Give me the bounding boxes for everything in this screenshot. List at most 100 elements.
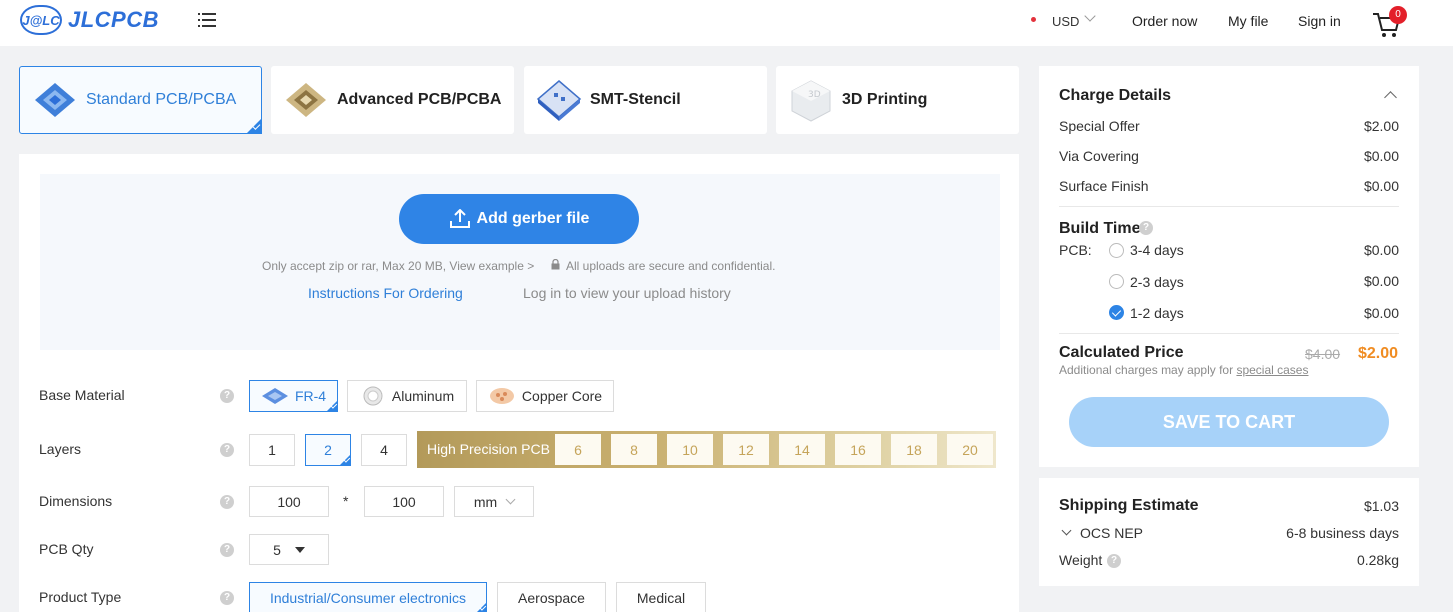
product-type-medical[interactable]: Medical (616, 582, 706, 612)
high-precision-label: High Precision PCB (427, 441, 550, 457)
shipping-price: $1.03 (1363, 498, 1399, 514)
layer-option-6[interactable]: 6 (555, 434, 601, 465)
order-now-link[interactable]: Order now (1132, 13, 1197, 29)
layer-option-18[interactable]: 18 (891, 434, 937, 465)
help-icon[interactable]: ? (220, 591, 234, 605)
build-option-label[interactable]: 3-4 days (1130, 242, 1184, 258)
radio-1-2-days[interactable] (1109, 305, 1124, 320)
option-fr4[interactable]: FR-4 (249, 380, 338, 412)
tab-label: 3D Printing (842, 91, 928, 108)
dimension-times-sign: * (343, 493, 349, 509)
layer-option-8[interactable]: 8 (611, 434, 657, 465)
build-option-label[interactable]: 1-2 days (1130, 305, 1184, 321)
menu-icon[interactable] (198, 13, 216, 29)
help-icon[interactable]: ? (220, 443, 234, 457)
top-header: J@LC JLCPCB USD Order now My file Sign i… (0, 0, 1453, 46)
help-icon[interactable]: ? (220, 495, 234, 509)
add-gerber-button[interactable]: Add gerber file (399, 194, 639, 244)
via-covering-label: Via Covering (1059, 148, 1139, 164)
note-text: Additional charges may apply for (1059, 363, 1234, 377)
sign-in-link[interactable]: Sign in (1298, 13, 1341, 29)
build-option-value: $0.00 (1363, 242, 1399, 258)
layer-option-12[interactable]: 12 (723, 434, 769, 465)
shipping-method[interactable]: OCS NEP (1080, 525, 1143, 541)
tab-label: SMT-Stencil (590, 91, 681, 108)
unit-select[interactable]: mm (454, 486, 534, 517)
height-input[interactable]: 100 (364, 486, 444, 517)
option-aluminum[interactable]: Aluminum (347, 380, 467, 412)
help-icon[interactable]: ? (220, 543, 234, 557)
radio-2-3-days[interactable] (1109, 274, 1124, 289)
option-copper-core[interactable]: Copper Core (476, 380, 614, 412)
cart-count-badge: 0 (1389, 6, 1407, 24)
help-icon[interactable]: ? (1107, 554, 1121, 568)
base-material-label: Base Material (39, 387, 125, 403)
radio-3-4-days[interactable] (1109, 243, 1124, 258)
weight-value: 0.28kg (1356, 552, 1399, 568)
shipping-estimate-title: Shipping Estimate (1059, 497, 1199, 514)
product-type-aerospace[interactable]: Aerospace (497, 582, 606, 612)
upload-history-link[interactable]: Log in to view your upload history (523, 285, 731, 301)
currency-dot-icon (1031, 17, 1036, 22)
special-offer-value: $2.00 (1363, 118, 1399, 134)
fr4-icon (261, 388, 288, 404)
chevron-down-icon (505, 494, 516, 505)
weight-label: Weight (1059, 552, 1103, 568)
upload-accept-note[interactable]: Only accept zip or rar, Max 20 MB, View … (262, 259, 534, 273)
special-cases-link[interactable]: special cases (1236, 363, 1308, 377)
gold-chip-icon (286, 83, 326, 117)
jlcpcb-logo[interactable]: J@LC JLCPCB (20, 5, 159, 35)
3d-printing-icon: 3D (791, 80, 831, 122)
qty-value: 5 (273, 541, 281, 558)
tab-label: Advanced PCB/PCBA (337, 91, 502, 108)
layer-option-1[interactable]: 1 (249, 434, 295, 466)
aluminum-icon (363, 386, 383, 406)
original-price: $4.00 (1305, 346, 1341, 362)
additional-charges-note: Additional charges may apply for special… (1059, 363, 1308, 377)
tab-standard-pcb[interactable]: Standard PCB/PCBA (19, 66, 262, 134)
tab-label: Standard PCB/PCBA (86, 91, 237, 108)
tab-smt-stencil[interactable]: SMT-Stencil (524, 66, 767, 134)
currency-select[interactable]: USD (1052, 14, 1079, 29)
layer-option-10[interactable]: 10 (667, 434, 713, 465)
option-label: Copper Core (521, 388, 603, 404)
product-type-label: Product Type (39, 589, 122, 605)
selected-check-icon (326, 400, 338, 412)
logo-mark: J@LC (20, 5, 62, 35)
my-file-link[interactable]: My file (1228, 13, 1268, 29)
divider (1059, 206, 1399, 207)
shipping-days: 6-8 business days (1286, 525, 1399, 541)
layer-option-16[interactable]: 16 (835, 434, 881, 465)
build-option-value: $0.00 (1363, 273, 1399, 289)
surface-finish-label: Surface Finish (1059, 178, 1149, 194)
copper-core-icon (489, 388, 514, 404)
unit-value: mm (473, 493, 498, 510)
special-offer-label: Special Offer (1059, 118, 1140, 134)
build-time-title: Build Time (1059, 220, 1141, 237)
tab-3d-printing[interactable]: 3D 3D Printing (776, 66, 1019, 134)
help-icon[interactable]: ? (220, 389, 234, 403)
chevron-down-icon[interactable] (1084, 10, 1096, 22)
tab-advanced-pcb[interactable]: Advanced PCB/PCBA (271, 66, 514, 134)
option-label: Industrial/Consumer electronics (269, 590, 467, 606)
stencil-icon (536, 80, 582, 121)
pcb-qty-select[interactable]: 5 (249, 534, 329, 565)
lock-icon (551, 259, 560, 270)
save-to-cart-button[interactable]: SAVE TO CART (1069, 397, 1389, 447)
instructions-link[interactable]: Instructions For Ordering (308, 285, 463, 301)
svg-text:3D: 3D (808, 90, 821, 100)
product-type-industrial[interactable]: Industrial/Consumer electronics (249, 582, 487, 612)
upload-secure-note: All uploads are secure and confidential. (566, 259, 776, 273)
layer-option-4[interactable]: 4 (361, 434, 407, 466)
layer-option-14[interactable]: 14 (779, 434, 825, 465)
logo-text: JLCPCB (68, 7, 160, 32)
help-icon[interactable]: ? (1139, 221, 1153, 235)
pcb-build-label: PCB: (1059, 242, 1092, 258)
layer-option-2[interactable]: 2 (305, 434, 351, 466)
calculated-price-title: Calculated Price (1059, 344, 1184, 361)
build-option-label[interactable]: 2-3 days (1130, 274, 1184, 290)
option-label: Aluminum (391, 388, 455, 404)
layer-option-20[interactable]: 20 (947, 434, 993, 465)
surface-finish-value: $0.00 (1363, 178, 1399, 194)
width-input[interactable]: 100 (249, 486, 329, 517)
